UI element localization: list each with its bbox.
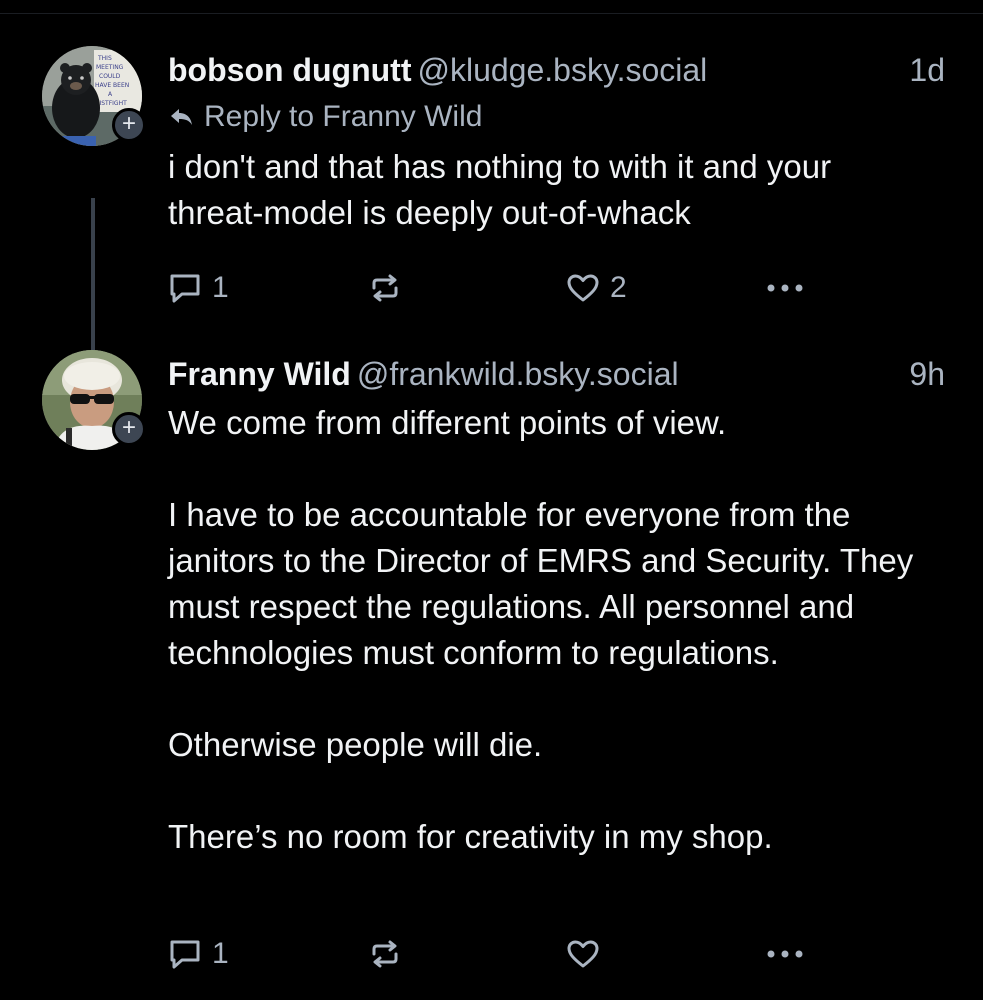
follow-plus-icon[interactable]: + — [112, 108, 146, 142]
post-header: Franny Wild @frankwild.bsky.social 9h — [168, 348, 947, 400]
post-paragraph: i don't and that has nothing to with it … — [168, 148, 832, 231]
post-paragraph: We come from different points of view. — [168, 404, 727, 441]
post-header: bobson dugnutt @kludge.bsky.social 1d — [168, 44, 947, 96]
reply-to-text: Reply to Franny Wild — [204, 100, 483, 133]
follow-plus-icon[interactable]: + — [112, 412, 146, 446]
post-bobson[interactable]: THIS MEETING COULD HAVE BEEN A FISTFIGHT… — [0, 44, 983, 380]
ellipsis-icon — [764, 282, 808, 294]
sign-line-1: THIS — [97, 55, 112, 62]
reply-arrow-icon — [168, 106, 194, 128]
post-body: We come from different points of view. I… — [168, 400, 948, 860]
author-avatar[interactable]: THIS MEETING COULD HAVE BEEN A FISTFIGHT… — [42, 46, 146, 148]
author-name[interactable]: bobson dugnutt — [168, 52, 411, 88]
post-actions: 1 2 — [168, 266, 828, 310]
like-count: 2 — [610, 271, 627, 304]
author-name[interactable]: Franny Wild — [168, 356, 351, 392]
reply-count: 1 — [212, 271, 229, 304]
heart-icon — [566, 938, 600, 970]
like-button[interactable] — [566, 932, 610, 976]
post-content: Franny Wild @frankwild.bsky.social 9h We … — [168, 348, 947, 860]
repost-button[interactable] — [368, 932, 412, 976]
post-content: bobson dugnutt @kludge.bsky.social 1d Rep… — [168, 44, 947, 236]
sign-line-2: MEETING — [96, 64, 124, 71]
reply-to-link[interactable]: Reply to Franny Wild — [168, 96, 947, 138]
ellipsis-icon — [764, 948, 808, 960]
heart-icon — [566, 272, 600, 304]
sign-line-4: HAVE BEEN — [95, 82, 129, 89]
post-paragraph: There’s no room for creativity in my sho… — [168, 818, 773, 855]
post-body: i don't and that has nothing to with it … — [168, 144, 908, 236]
more-options-button[interactable] — [764, 266, 808, 310]
reply-count: 1 — [212, 937, 229, 970]
repost-arrows-icon — [368, 272, 402, 304]
speech-bubble-icon — [168, 272, 202, 304]
repost-arrows-icon — [368, 938, 402, 970]
post-actions: 1 — [168, 932, 828, 976]
sign-line-6: FISTFIGHT — [96, 100, 127, 107]
author-handle[interactable]: @kludge.bsky.social — [417, 52, 707, 88]
post-timestamp[interactable]: 1d — [909, 44, 945, 96]
repost-button[interactable] — [368, 266, 412, 310]
author-handle[interactable]: @frankwild.bsky.social — [357, 356, 679, 392]
speech-bubble-icon — [168, 938, 202, 970]
post-franny[interactable]: + Franny Wild @frankwild.bsky.social 9h W… — [0, 348, 983, 988]
author-avatar[interactable]: + — [42, 350, 146, 452]
reply-button[interactable]: 1 — [168, 932, 229, 976]
post-paragraph: Otherwise people will die. — [168, 726, 543, 763]
reply-button[interactable]: 1 — [168, 266, 229, 310]
like-button[interactable]: 2 — [566, 266, 627, 310]
top-divider — [0, 0, 983, 14]
more-options-button[interactable] — [764, 932, 808, 976]
post-timestamp[interactable]: 9h — [909, 348, 945, 400]
post-paragraph: I have to be accountable for everyone fr… — [168, 496, 914, 671]
sign-line-3: COULD — [99, 73, 121, 80]
